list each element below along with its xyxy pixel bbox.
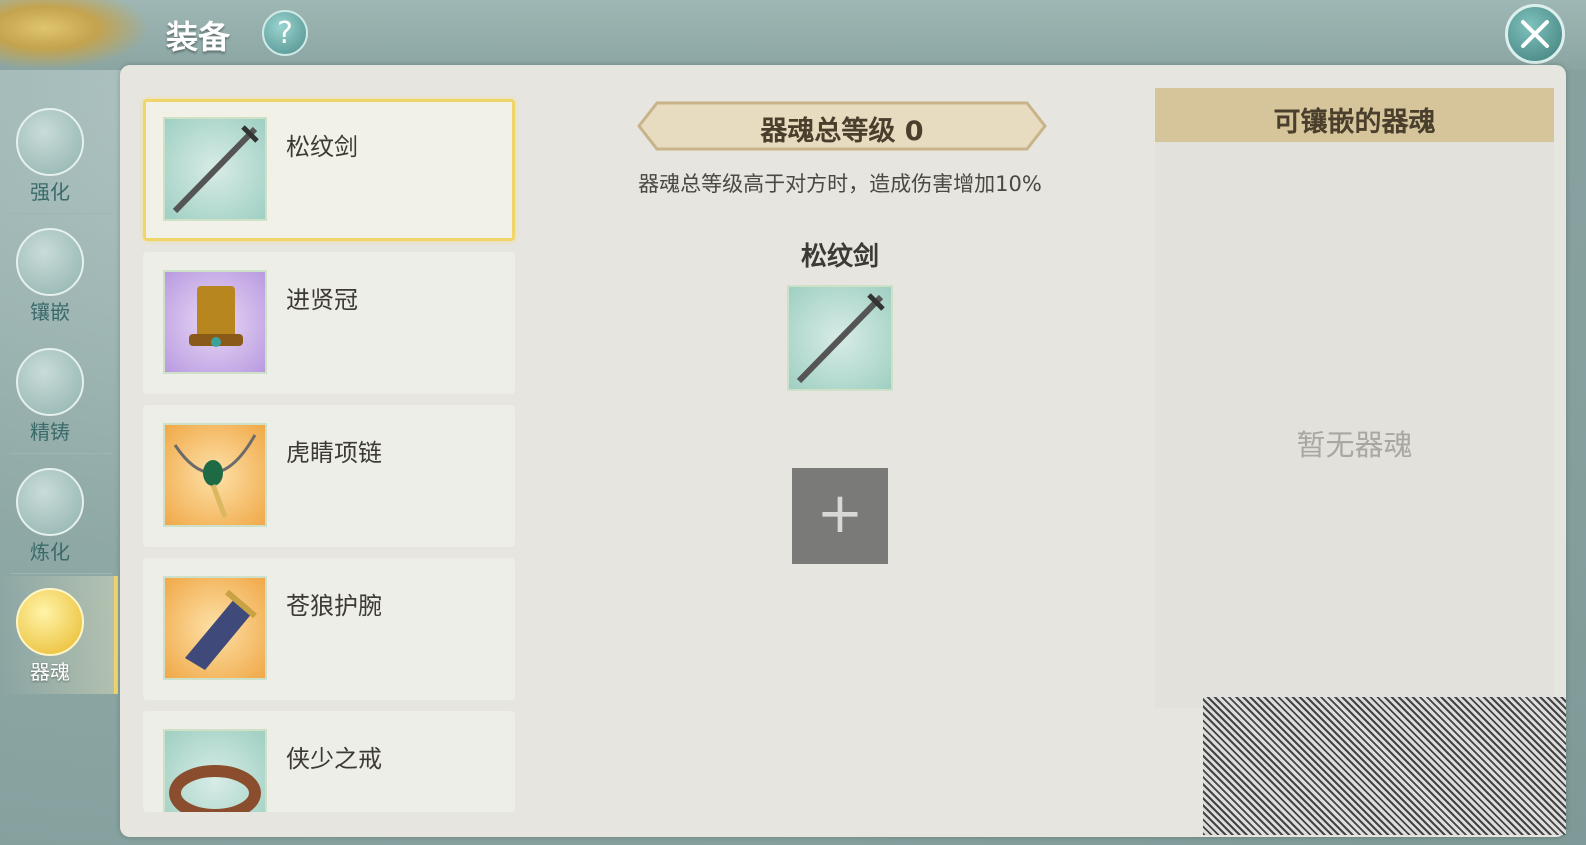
hammer-icon: [16, 108, 84, 176]
divider: [10, 573, 112, 574]
necklace-icon: [163, 423, 267, 527]
empty-souls-text: 暂无器魂: [1296, 428, 1413, 462]
inlayable-souls-title: 可镶嵌的器魂: [1273, 107, 1436, 138]
equipment-name: 虎睛项链: [286, 439, 382, 467]
equipment-name: 侠少之戒: [286, 745, 382, 773]
equipment-name: 苍狼护腕: [286, 592, 382, 620]
page-title: 装备: [166, 18, 231, 56]
equipment-item-hat[interactable]: 进贤冠: [143, 252, 515, 394]
soul-icon: [16, 588, 84, 656]
active-indicator: [114, 576, 118, 694]
cloud-decoration: [0, 0, 150, 70]
inlayable-souls-header: 可镶嵌的器魂: [1155, 88, 1554, 142]
help-button[interactable]: ?: [262, 10, 308, 56]
swirl-icon: [16, 468, 84, 536]
soul-total-level: 器魂总等级 0: [760, 116, 924, 147]
selected-equipment-name: 松纹剑: [800, 242, 879, 272]
equipment-name: 松纹剑: [286, 133, 358, 161]
soul-description: 器魂总等级高于对方时，造成伤害增加10%: [638, 172, 1042, 196]
noise-overlay: [1203, 697, 1566, 835]
sidebar-item-smelt[interactable]: 炼化: [0, 456, 118, 574]
close-icon: [1521, 20, 1549, 48]
ring-icon: [163, 729, 267, 812]
top-bar: 装备 ?: [0, 0, 1586, 70]
add-soul-slot[interactable]: +: [792, 468, 888, 564]
inlayable-souls-panel: 可镶嵌的器魂 暂无器魂: [1155, 88, 1554, 708]
divider: [10, 333, 112, 334]
plus-icon: +: [816, 481, 864, 546]
sidebar-item-refine[interactable]: 精铸: [0, 336, 118, 454]
sidebar-item-label: 器魂: [30, 660, 70, 684]
crown-hat-icon: [163, 270, 267, 374]
gem-icon: [16, 228, 84, 296]
bracer-icon: [163, 576, 267, 680]
soul-level-banner: 器魂总等级 0: [637, 97, 1047, 155]
sidebar-item-label: 强化: [30, 180, 70, 204]
sidebar-item-label: 炼化: [30, 540, 70, 564]
sidebar-item-label: 镶嵌: [30, 300, 70, 324]
equipment-name: 进贤冠: [286, 286, 358, 314]
equipment-item-sword[interactable]: 松纹剑: [143, 99, 515, 241]
sidebar-item-label: 精铸: [30, 420, 70, 444]
sidebar-item-soul[interactable]: 器魂: [0, 576, 118, 694]
equipment-item-necklace[interactable]: 虎睛项链: [143, 405, 515, 547]
sidebar-item-inlay[interactable]: 镶嵌: [0, 216, 118, 334]
equipment-item-ring[interactable]: 侠少之戒: [143, 711, 515, 812]
sidebar-item-strengthen[interactable]: 强化: [0, 96, 118, 214]
close-button[interactable]: [1505, 4, 1565, 64]
divider: [10, 453, 112, 454]
anvil-icon: [16, 348, 84, 416]
divider: [10, 213, 112, 214]
sword-icon: [163, 117, 267, 221]
equipment-item-bracer[interactable]: 苍狼护腕: [143, 558, 515, 700]
sword-icon: [787, 285, 893, 391]
